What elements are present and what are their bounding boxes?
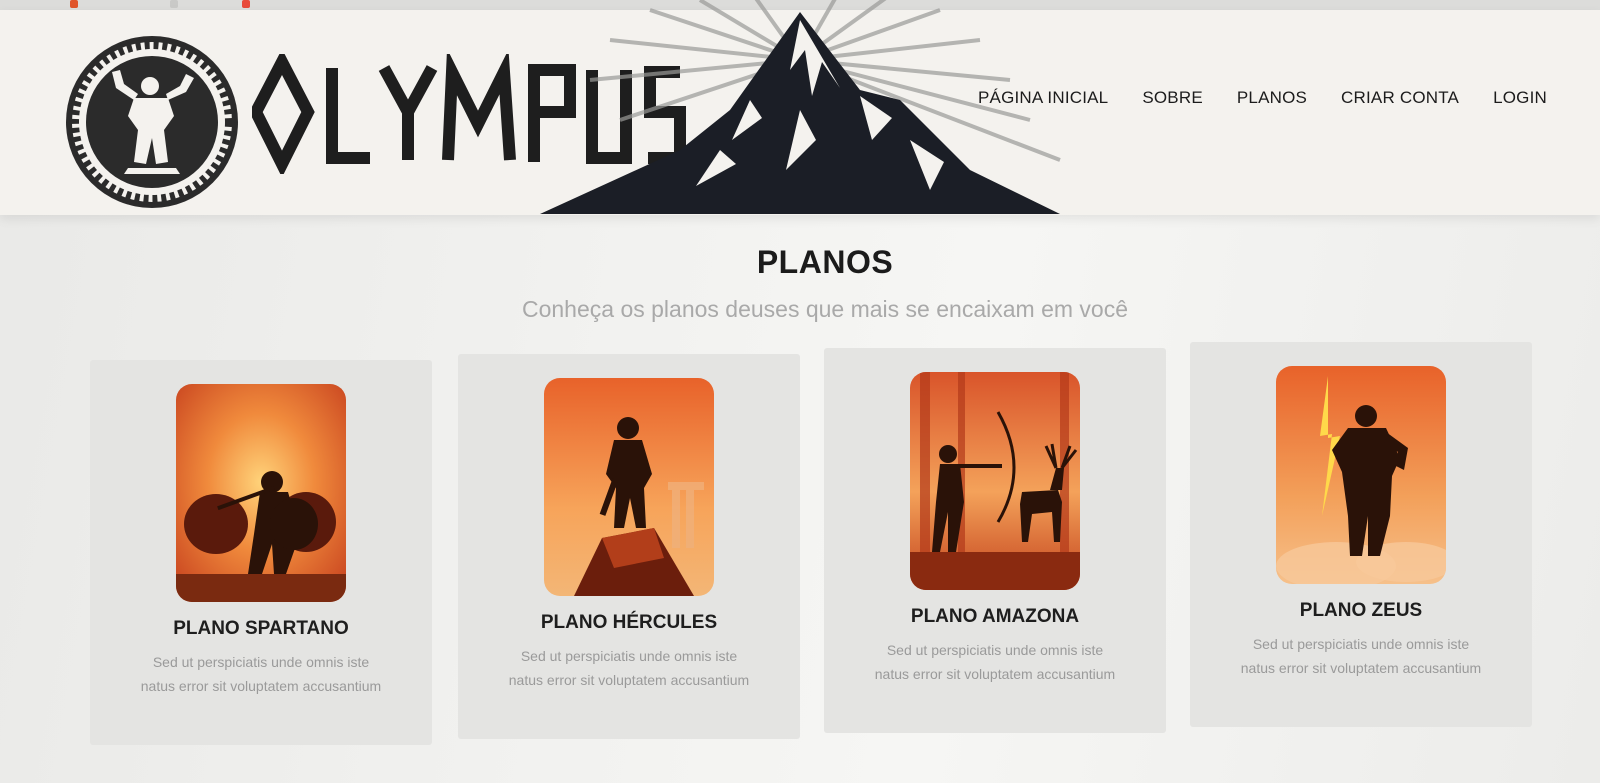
plan-title: PLANO AMAZONA xyxy=(910,606,1080,627)
nav-item-login[interactable]: LOGIN xyxy=(1493,88,1547,108)
section-subtitle: Conheça os planos deuses que mais se enc… xyxy=(521,296,1128,322)
plan-card-spartano[interactable]: PLANO SPARTANO Sed ut perspiciatis unde … xyxy=(90,360,432,745)
bookmark-icon[interactable] xyxy=(70,0,78,8)
plan-description: Sed ut perspiciatis unde omnis iste natu… xyxy=(1240,636,1482,676)
main-navigation: PÁGINA INICIAL SOBRE PLANOS CRIAR CONTA … xyxy=(978,88,1547,108)
bookmark-icon[interactable] xyxy=(242,0,250,8)
nav-item-pagina-inicial[interactable]: PÁGINA INICIAL xyxy=(978,88,1108,108)
browser-viewport: PÁGINA INICIAL SOBRE PLANOS CRIAR CONTA … xyxy=(0,0,1600,783)
mountain-illustration xyxy=(540,0,1061,214)
amazon-archer-with-deer-illustration xyxy=(910,372,1080,590)
plan-card-zeus[interactable]: PLANO ZEUS Sed ut perspiciatis unde omni… xyxy=(1190,342,1532,727)
spartan-warriors-illustration xyxy=(176,384,346,602)
plan-card-hercules[interactable]: PLANO HÉRCULES Sed ut perspiciatis unde … xyxy=(458,354,800,739)
nav-item-planos[interactable]: PLANOS xyxy=(1237,88,1307,108)
plan-description: Sed ut perspiciatis unde omnis iste natu… xyxy=(874,642,1116,682)
hercules-on-rock-illustration xyxy=(544,378,714,596)
zeus-with-lightning-illustration xyxy=(1276,366,1446,584)
plan-description: Sed ut perspiciatis unde omnis iste natu… xyxy=(140,654,382,694)
nav-item-sobre[interactable]: SOBRE xyxy=(1142,88,1203,108)
site-header: PÁGINA INICIAL SOBRE PLANOS CRIAR CONTA … xyxy=(0,0,1600,215)
section-title: PLANOS xyxy=(756,244,894,280)
bookmark-icon[interactable] xyxy=(170,0,178,8)
olympus-emblem-logo[interactable] xyxy=(64,34,240,210)
plan-title: PLANO HÉRCULES xyxy=(540,612,718,633)
plan-title: PLANO ZEUS xyxy=(1299,600,1423,621)
plan-card-amazona[interactable]: PLANO AMAZONA Sed ut perspiciatis unde o… xyxy=(824,348,1166,733)
plan-title: PLANO SPARTANO xyxy=(173,618,349,639)
plan-description: Sed ut perspiciatis unde omnis iste natu… xyxy=(508,648,750,688)
nav-item-criar-conta[interactable]: CRIAR CONTA xyxy=(1341,88,1459,108)
